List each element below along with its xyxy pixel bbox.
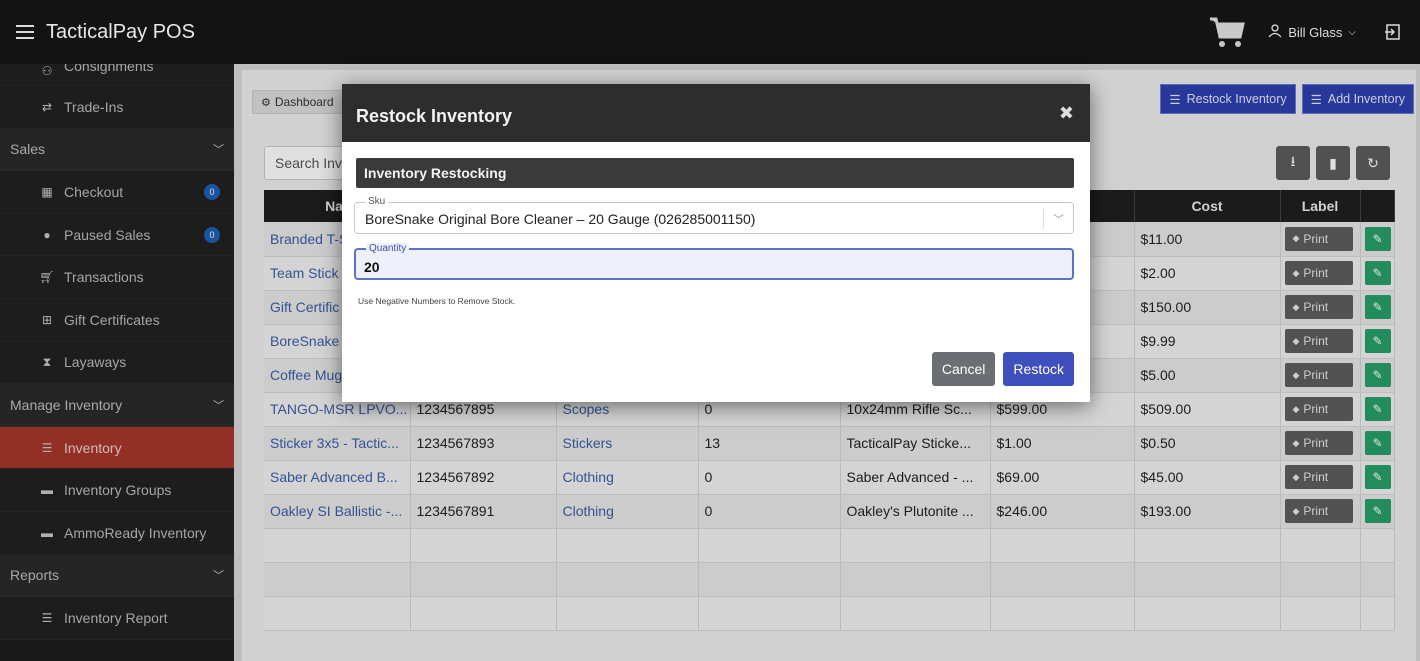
quantity-label: Quantity — [366, 243, 410, 254]
logout-icon[interactable] — [1384, 23, 1402, 41]
modal-title: Restock Inventory — [356, 105, 513, 126]
user-name: Bill Glass — [1288, 24, 1343, 40]
restock-inventory-modal: Restock Inventory ✖ Inventory Restocking… — [342, 84, 1090, 402]
quantity-field[interactable]: Quantity — [354, 243, 1074, 280]
chevron-down-icon[interactable]: ﹀ — [1043, 209, 1073, 229]
restock-button[interactable]: Restock — [1003, 352, 1074, 386]
modal-header: Restock Inventory ✖ — [342, 84, 1090, 142]
section-header: Inventory Restocking — [356, 158, 1074, 188]
top-bar: TacticalPay POS Bill Glass ⌵ — [0, 0, 1420, 64]
user-icon — [1268, 23, 1282, 41]
sku-label: Sku — [365, 196, 389, 207]
close-icon[interactable]: ✖ — [1059, 103, 1074, 124]
quantity-input[interactable] — [364, 259, 664, 275]
cart-icon[interactable] — [1208, 15, 1246, 49]
cancel-button[interactable]: Cancel — [931, 352, 996, 386]
app-title: TacticalPay POS — [46, 20, 195, 43]
sku-value: BoreSnake Original Bore Cleaner – 20 Gau… — [365, 211, 756, 227]
quantity-hint: Use Negative Numbers to Remove Stock. — [358, 296, 516, 306]
user-menu[interactable]: Bill Glass ⌵ — [1268, 23, 1356, 41]
hamburger-menu-icon[interactable] — [16, 25, 34, 39]
sku-select[interactable]: Sku BoreSnake Original Bore Cleaner – 20… — [354, 196, 1074, 234]
chevron-down-icon: ⌵ — [1348, 26, 1356, 38]
